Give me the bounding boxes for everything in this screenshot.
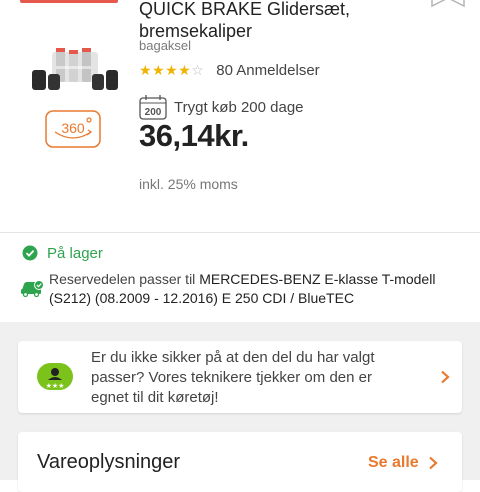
rating-row[interactable]: ★★★★☆ 80 Anmeldelser bbox=[139, 60, 320, 80]
stock-label: På lager bbox=[47, 244, 103, 262]
expert-check-card[interactable]: ★★★ Er du ikke sikker på at den del du h… bbox=[18, 341, 462, 413]
expert-check-text: Er du ikke sikker på at den del du har v… bbox=[91, 349, 375, 406]
product-price: 36,14kr. bbox=[139, 118, 249, 153]
see-all-label: Se alle bbox=[368, 454, 419, 471]
product-subtitle: bagaksel bbox=[139, 38, 192, 53]
product-image[interactable] bbox=[28, 46, 120, 100]
technician-badge-icon: ★★★ bbox=[37, 363, 73, 390]
chevron-right-icon[interactable] bbox=[440, 370, 450, 384]
product-title: QUICK BRAKE Glidersæt, bremsekaliper bbox=[139, 0, 469, 42]
trust-badge-number: 200 bbox=[145, 107, 162, 118]
rating-stars: ★★★★☆ bbox=[139, 62, 204, 79]
car-check-icon bbox=[21, 280, 44, 297]
see-all-link[interactable]: Se alle bbox=[368, 452, 438, 474]
reviews-link[interactable]: 80 Anmeldelser bbox=[216, 62, 319, 79]
product-info-card[interactable]: Vareoplysninger Se alle bbox=[18, 432, 462, 492]
view-360-icon[interactable]: 360 bbox=[45, 110, 101, 148]
calendar-icon: 200 bbox=[139, 95, 167, 120]
stock-status: På lager bbox=[22, 243, 103, 263]
rating-stars-empty: ☆ bbox=[191, 61, 205, 78]
rating-stars-filled: ★★★★ bbox=[139, 61, 192, 78]
check-circle-icon bbox=[22, 245, 38, 261]
section-divider bbox=[0, 232, 480, 233]
trust-text: Trygt køb 200 dage bbox=[174, 98, 304, 116]
product-title-line-1: QUICK BRAKE Glidersæt, bbox=[139, 0, 351, 19]
vehicle-fit-prefix: Reservedelen passer til bbox=[49, 271, 200, 287]
trust-badge-row: 200 Trygt køb 200 dage bbox=[139, 94, 304, 120]
top-accent-line bbox=[20, 0, 118, 3]
view-360-label: 360 bbox=[61, 120, 85, 136]
vat-note: inkl. 25% moms bbox=[139, 176, 238, 192]
product-info-title: Vareoplysninger bbox=[37, 451, 181, 473]
chevron-right-icon bbox=[428, 456, 438, 470]
vehicle-fit-text: Reservedelen passer til MERCEDES-BENZ E-… bbox=[49, 270, 479, 308]
svg-text:★★★: ★★★ bbox=[46, 382, 65, 390]
